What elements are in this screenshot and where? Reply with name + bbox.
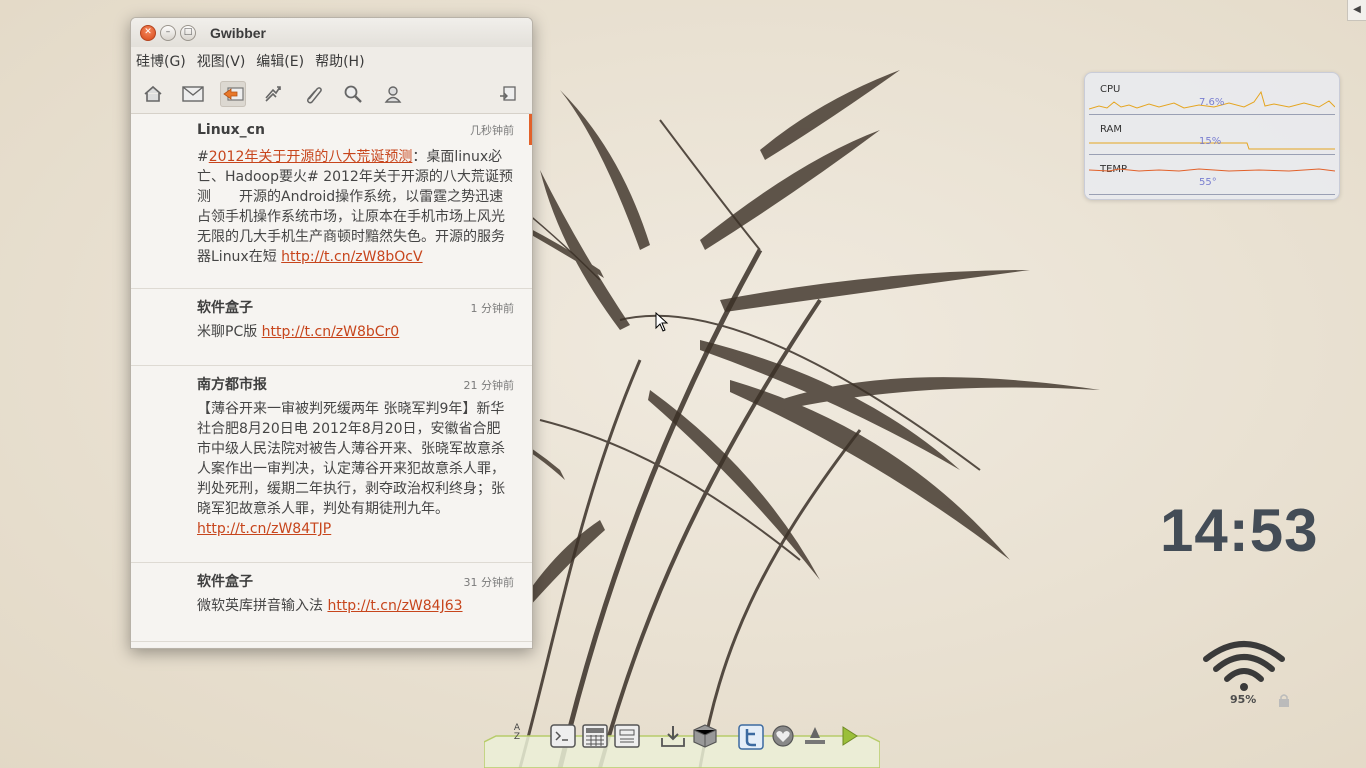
maximize-button[interactable]: □ <box>180 24 196 41</box>
sort-az-button[interactable]: A Z <box>510 724 524 752</box>
post-author[interactable]: 南方都市报 <box>197 374 267 394</box>
maximize-icon: □ <box>183 27 193 37</box>
ram-sparkline <box>1089 142 1335 150</box>
twitter-icon <box>738 724 764 750</box>
dock-item-upload[interactable] <box>802 724 830 752</box>
post-text: 【薄谷开来一审被判死缓两年 张晓军判9年】新华社合肥8月20日电 2012年8月… <box>197 401 505 517</box>
wifi-widget: 95% <box>1200 635 1289 710</box>
post-body: 微软英库拼音输入法 http://t.cn/zW84J63 <box>197 596 514 616</box>
cpu-graph: CPU 7.6% <box>1089 76 1335 115</box>
upload-icon <box>805 727 825 744</box>
calculator-icon <box>582 724 608 748</box>
cpu-sparkline <box>1089 90 1335 110</box>
home-icon <box>144 85 162 102</box>
post-url-link[interactable]: http://t.cn/zW8bCr0 <box>262 324 400 340</box>
search-button[interactable] <box>340 81 366 107</box>
lock-icon <box>1279 694 1289 707</box>
download-icon <box>661 726 685 747</box>
temp-sparkline <box>1089 168 1335 172</box>
compose-button[interactable] <box>495 81 521 107</box>
title-bar: ✕ – □ Gwibber <box>131 18 532 47</box>
wifi-icon <box>1203 641 1285 691</box>
window-title: Gwibber <box>210 24 267 41</box>
dock-item-calendar[interactable] <box>614 724 642 752</box>
attachment-icon <box>307 86 322 103</box>
stream-toolbar <box>131 74 532 114</box>
system-monitor-widget: CPU 7.6% RAM 15% TEMP 55° <box>1084 72 1340 200</box>
post-prefix: # <box>197 149 209 165</box>
list-item[interactable]: 软件盒子 1 分钟前 米聊PC版 http://t.cn/zW8bCr0 <box>131 289 532 366</box>
compose-icon <box>500 85 516 101</box>
attachments-button[interactable] <box>300 81 326 107</box>
calendar-icon <box>614 724 640 748</box>
post-time: 几秒钟前 <box>470 124 514 137</box>
post-url-link[interactable]: http://t.cn/zW84J63 <box>327 598 462 614</box>
wifi-strength: 95% <box>1230 693 1257 706</box>
post-body: #2012年关于开源的八大荒诞预测：桌面linux必亡、Hadoop要火# 20… <box>197 147 514 267</box>
mail-icon <box>182 85 204 102</box>
scroll-arrow-icon[interactable]: ◀ <box>1347 0 1366 21</box>
messages-button[interactable] <box>180 81 206 107</box>
temp-graph: TEMP 55° <box>1089 156 1335 195</box>
list-item[interactable]: 南方都市报 21 分钟前 【薄谷开来一审被判死缓两年 张晓军判9年】新华社合肥8… <box>131 366 532 563</box>
post-url-link[interactable]: http://t.cn/zW84TJP <box>197 521 331 537</box>
post-text: 米聊PC版 <box>197 324 262 340</box>
heart-icon <box>772 725 794 747</box>
menu-gwibber[interactable]: 硅博(G) <box>136 51 186 71</box>
post-hashtag-link[interactable]: 2012年关于开源的八大荒诞预测 <box>209 149 413 165</box>
ram-value: 15% <box>1199 136 1222 147</box>
post-text: 微软英库拼音输入法 <box>197 598 328 614</box>
dock-item-favorites[interactable] <box>770 724 798 752</box>
dock-item-terminal[interactable] <box>550 724 578 752</box>
temp-value: 55° <box>1199 177 1217 188</box>
user-icon <box>384 85 402 103</box>
dock-item-calculator[interactable] <box>582 724 610 752</box>
retweet-icon <box>265 85 281 102</box>
mouse-cursor-icon <box>655 312 669 332</box>
close-icon: ✕ <box>144 27 152 37</box>
replies-button[interactable] <box>220 80 246 107</box>
post-time: 31 分钟前 <box>463 576 515 589</box>
message-stream[interactable]: Linux_cn 几秒钟前 #2012年关于开源的八大荒诞预测：桌面linux必… <box>131 114 532 647</box>
post-time: 21 分钟前 <box>463 379 515 392</box>
post-time: 1 分钟前 <box>470 302 515 315</box>
retweets-button[interactable] <box>260 81 286 107</box>
package-icon <box>693 724 717 748</box>
dock: A Z <box>484 720 880 768</box>
terminal-icon <box>550 724 576 748</box>
play-icon <box>842 726 858 746</box>
search-icon <box>344 85 362 103</box>
post-body: 米聊PC版 http://t.cn/zW8bCr0 <box>197 322 514 342</box>
post-author[interactable]: Linux_cn <box>197 122 265 138</box>
post-author[interactable]: 软件盒子 <box>197 297 253 317</box>
sort-label: A Z <box>513 723 521 742</box>
post-url-link[interactable]: http://t.cn/zW8bOcV <box>281 249 422 265</box>
home-button[interactable] <box>140 81 166 107</box>
post-author[interactable]: 软件盒子 <box>197 571 253 591</box>
menu-bar: 硅博(G) 视图(V) 编辑(E) 帮助(H) <box>131 47 532 74</box>
cpu-value: 7.6% <box>1199 97 1225 108</box>
dock-item-twitter[interactable] <box>738 724 766 752</box>
close-button[interactable]: ✕ <box>140 24 156 41</box>
dock-item-download[interactable] <box>660 724 688 752</box>
menu-view[interactable]: 视图(V) <box>197 51 246 71</box>
minimize-button[interactable]: – <box>160 24 176 41</box>
user-button[interactable] <box>380 81 406 107</box>
list-item[interactable]: 软件盒子 31 分钟前 微软英库拼音输入法 http://t.cn/zW84J6… <box>131 563 532 642</box>
desktop-clock: 14:53 <box>1160 497 1319 564</box>
dock-item-package[interactable] <box>692 724 720 752</box>
reply-icon <box>223 86 244 101</box>
post-text: ：桌面linux必亡、Hadoop要火# 2012年关于开源的八大荒诞预测 开源… <box>197 149 513 265</box>
menu-edit[interactable]: 编辑(E) <box>256 51 304 71</box>
menu-help[interactable]: 帮助(H) <box>315 51 364 71</box>
ram-graph: RAM 15% <box>1089 116 1335 155</box>
post-body: 【薄谷开来一审被判死缓两年 张晓军判9年】新华社合肥8月20日电 2012年8月… <box>197 399 514 539</box>
dock-item-play[interactable] <box>836 724 864 752</box>
minimize-icon: – <box>165 27 171 37</box>
gwibber-window: ✕ – □ Gwibber 硅博(G) 视图(V) 编辑(E) 帮助(H) Li… <box>130 17 533 649</box>
list-item[interactable]: Linux_cn 几秒钟前 #2012年关于开源的八大荒诞预测：桌面linux必… <box>131 114 532 289</box>
